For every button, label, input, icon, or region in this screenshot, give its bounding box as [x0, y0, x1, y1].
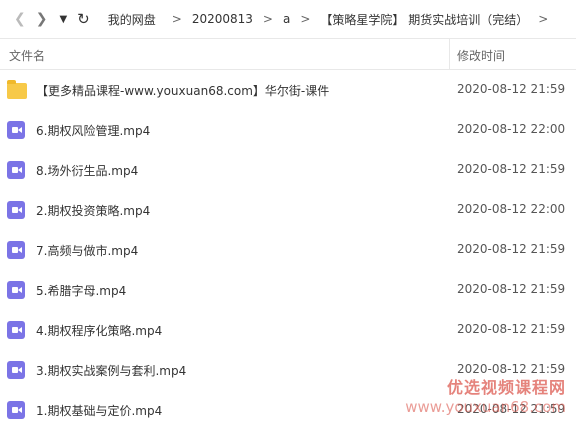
- video-file-icon: [7, 281, 25, 299]
- file-name[interactable]: 2.期权投资策略.mp4: [36, 202, 150, 219]
- file-name[interactable]: 6.期权风险管理.mp4: [36, 122, 150, 139]
- column-modified[interactable]: 修改时间: [457, 47, 505, 64]
- file-row[interactable]: 6.期权风险管理.mp4 2020-08-12 22:00: [0, 110, 576, 150]
- breadcrumb-separator: >: [538, 12, 549, 26]
- file-row[interactable]: 4.期权程序化策略.mp4 2020-08-12 21:59: [0, 310, 576, 350]
- file-name[interactable]: 【更多精品课程-www.youxuan68.com】华尔街-课件: [36, 82, 329, 99]
- column-name[interactable]: 文件名: [9, 47, 45, 64]
- file-name[interactable]: 8.场外衍生品.mp4: [36, 162, 138, 179]
- breadcrumb-separator: >: [300, 12, 311, 26]
- breadcrumb: 我的网盘 > 20200813 > a > 【策略星学院】 期货实战培训（完结）…: [108, 11, 559, 28]
- refresh-icon[interactable]: ↻: [77, 10, 90, 28]
- breadcrumb-item[interactable]: a: [283, 12, 290, 26]
- folder-icon: [7, 80, 27, 99]
- chevron-left-icon[interactable]: ❮: [14, 11, 26, 27]
- video-file-icon: [7, 121, 25, 139]
- video-file-icon: [7, 361, 25, 379]
- file-name[interactable]: 5.希腊字母.mp4: [36, 282, 126, 299]
- video-file-icon: [7, 401, 25, 419]
- file-name[interactable]: 1.期权基础与定价.mp4: [36, 402, 162, 419]
- file-modified-time: 2020-08-12 22:00: [457, 122, 566, 136]
- breadcrumb-separator: >: [262, 12, 273, 26]
- file-modified-time: 2020-08-12 22:00: [457, 202, 566, 216]
- file-row[interactable]: 5.希腊字母.mp4 2020-08-12 21:59: [0, 270, 576, 310]
- column-divider[interactable]: [449, 39, 450, 69]
- file-row[interactable]: 7.高频与做市.mp4 2020-08-12 21:59: [0, 230, 576, 270]
- file-row[interactable]: 8.场外衍生品.mp4 2020-08-12 21:59: [0, 150, 576, 190]
- file-name[interactable]: 3.期权实战案例与套利.mp4: [36, 362, 186, 379]
- video-file-icon: [7, 201, 25, 219]
- video-file-icon: [7, 321, 25, 339]
- caret-down-icon[interactable]: ▼: [59, 14, 67, 25]
- navigation-bar: ❮ ❯ ▼ ↻ 我的网盘 > 20200813 > a > 【策略星学院】 期货…: [0, 0, 576, 38]
- breadcrumb-item[interactable]: 20200813: [192, 12, 253, 26]
- file-modified-time: 2020-08-12 21:59: [457, 82, 566, 96]
- file-name[interactable]: 4.期权程序化策略.mp4: [36, 322, 162, 339]
- file-row[interactable]: 1.期权基础与定价.mp4 2020-08-12 21:59: [0, 390, 576, 430]
- file-modified-time: 2020-08-12 21:59: [457, 162, 566, 176]
- file-name[interactable]: 7.高频与做市.mp4: [36, 242, 138, 259]
- file-modified-time: 2020-08-12 21:59: [457, 362, 566, 376]
- video-file-icon: [7, 161, 25, 179]
- file-modified-time: 2020-08-12 21:59: [457, 402, 566, 416]
- column-header: 文件名 修改时间: [0, 38, 576, 70]
- chevron-right-icon[interactable]: ❯: [36, 11, 48, 27]
- file-row[interactable]: 3.期权实战案例与套利.mp4 2020-08-12 21:59: [0, 350, 576, 390]
- breadcrumb-item[interactable]: 我的网盘: [108, 11, 156, 28]
- file-modified-time: 2020-08-12 21:59: [457, 282, 566, 296]
- file-modified-time: 2020-08-12 21:59: [457, 322, 566, 336]
- file-row[interactable]: 2.期权投资策略.mp4 2020-08-12 22:00: [0, 190, 576, 230]
- file-modified-time: 2020-08-12 21:59: [457, 242, 566, 256]
- video-file-icon: [7, 241, 25, 259]
- breadcrumb-item[interactable]: 【策略星学院】 期货实战培训（完结）: [320, 11, 528, 28]
- folder-row[interactable]: 【更多精品课程-www.youxuan68.com】华尔街-课件 2020-08-…: [0, 70, 576, 110]
- breadcrumb-separator: >: [171, 12, 182, 26]
